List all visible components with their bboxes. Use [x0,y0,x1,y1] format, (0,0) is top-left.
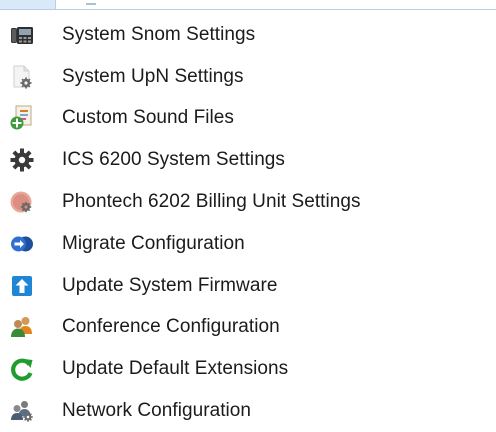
gear-icon [9,147,35,173]
menu-item-system-snom-settings[interactable]: System Snom Settings [0,14,496,56]
billing-gear-icon [9,189,35,215]
menu-item-update-system-firmware[interactable]: Update System Firmware [0,265,496,307]
upload-arrow-icon [9,273,35,299]
menu-item-label: Update Default Extensions [62,358,289,380]
menu-tab-edge [0,0,56,10]
sound-file-add-icon [9,105,35,131]
menu-item-conference-configuration[interactable]: Conference Configuration [0,307,496,349]
menu-item-update-default-extensions[interactable]: Update Default Extensions [0,348,496,390]
menu-item-label: Network Configuration [62,400,252,422]
menu-item-label: Phontech 6202 Billing Unit Settings [62,191,361,213]
menu-item-label: Update System Firmware [62,274,278,296]
menu-divider [56,9,496,10]
menu-item-phontech-6202-billing-unit-settings[interactable]: Phontech 6202 Billing Unit Settings [0,181,496,223]
menu-item-label: Custom Sound Files [62,107,234,129]
menu-item-ics-6200-system-settings[interactable]: ICS 6200 System Settings [0,139,496,181]
menu-item-network-configuration[interactable]: Network Configuration [0,390,496,432]
menu-item-system-upn-settings[interactable]: System UpN Settings [0,56,496,98]
menu-top-strip [0,0,496,11]
context-menu: System Snom Settings System UpN Settings [0,14,496,432]
network-people-icon [9,398,35,424]
menu-item-label: System Snom Settings [62,23,256,45]
menu-item-label: System UpN Settings [62,65,244,87]
people-icon [9,314,35,340]
menu-item-custom-sound-files[interactable]: Custom Sound Files [0,98,496,140]
desk-phone-icon [9,22,35,48]
menu-item-label: ICS 6200 System Settings [62,149,285,171]
migrate-arrow-icon [9,231,35,257]
menu-item-label: Migrate Configuration [62,232,245,254]
menu-item-label: Conference Configuration [62,316,280,338]
document-gear-icon [9,64,35,90]
refresh-arrow-icon [9,356,35,382]
menu-item-migrate-configuration[interactable]: Migrate Configuration [0,223,496,265]
menu-tab-fragment [86,0,96,5]
